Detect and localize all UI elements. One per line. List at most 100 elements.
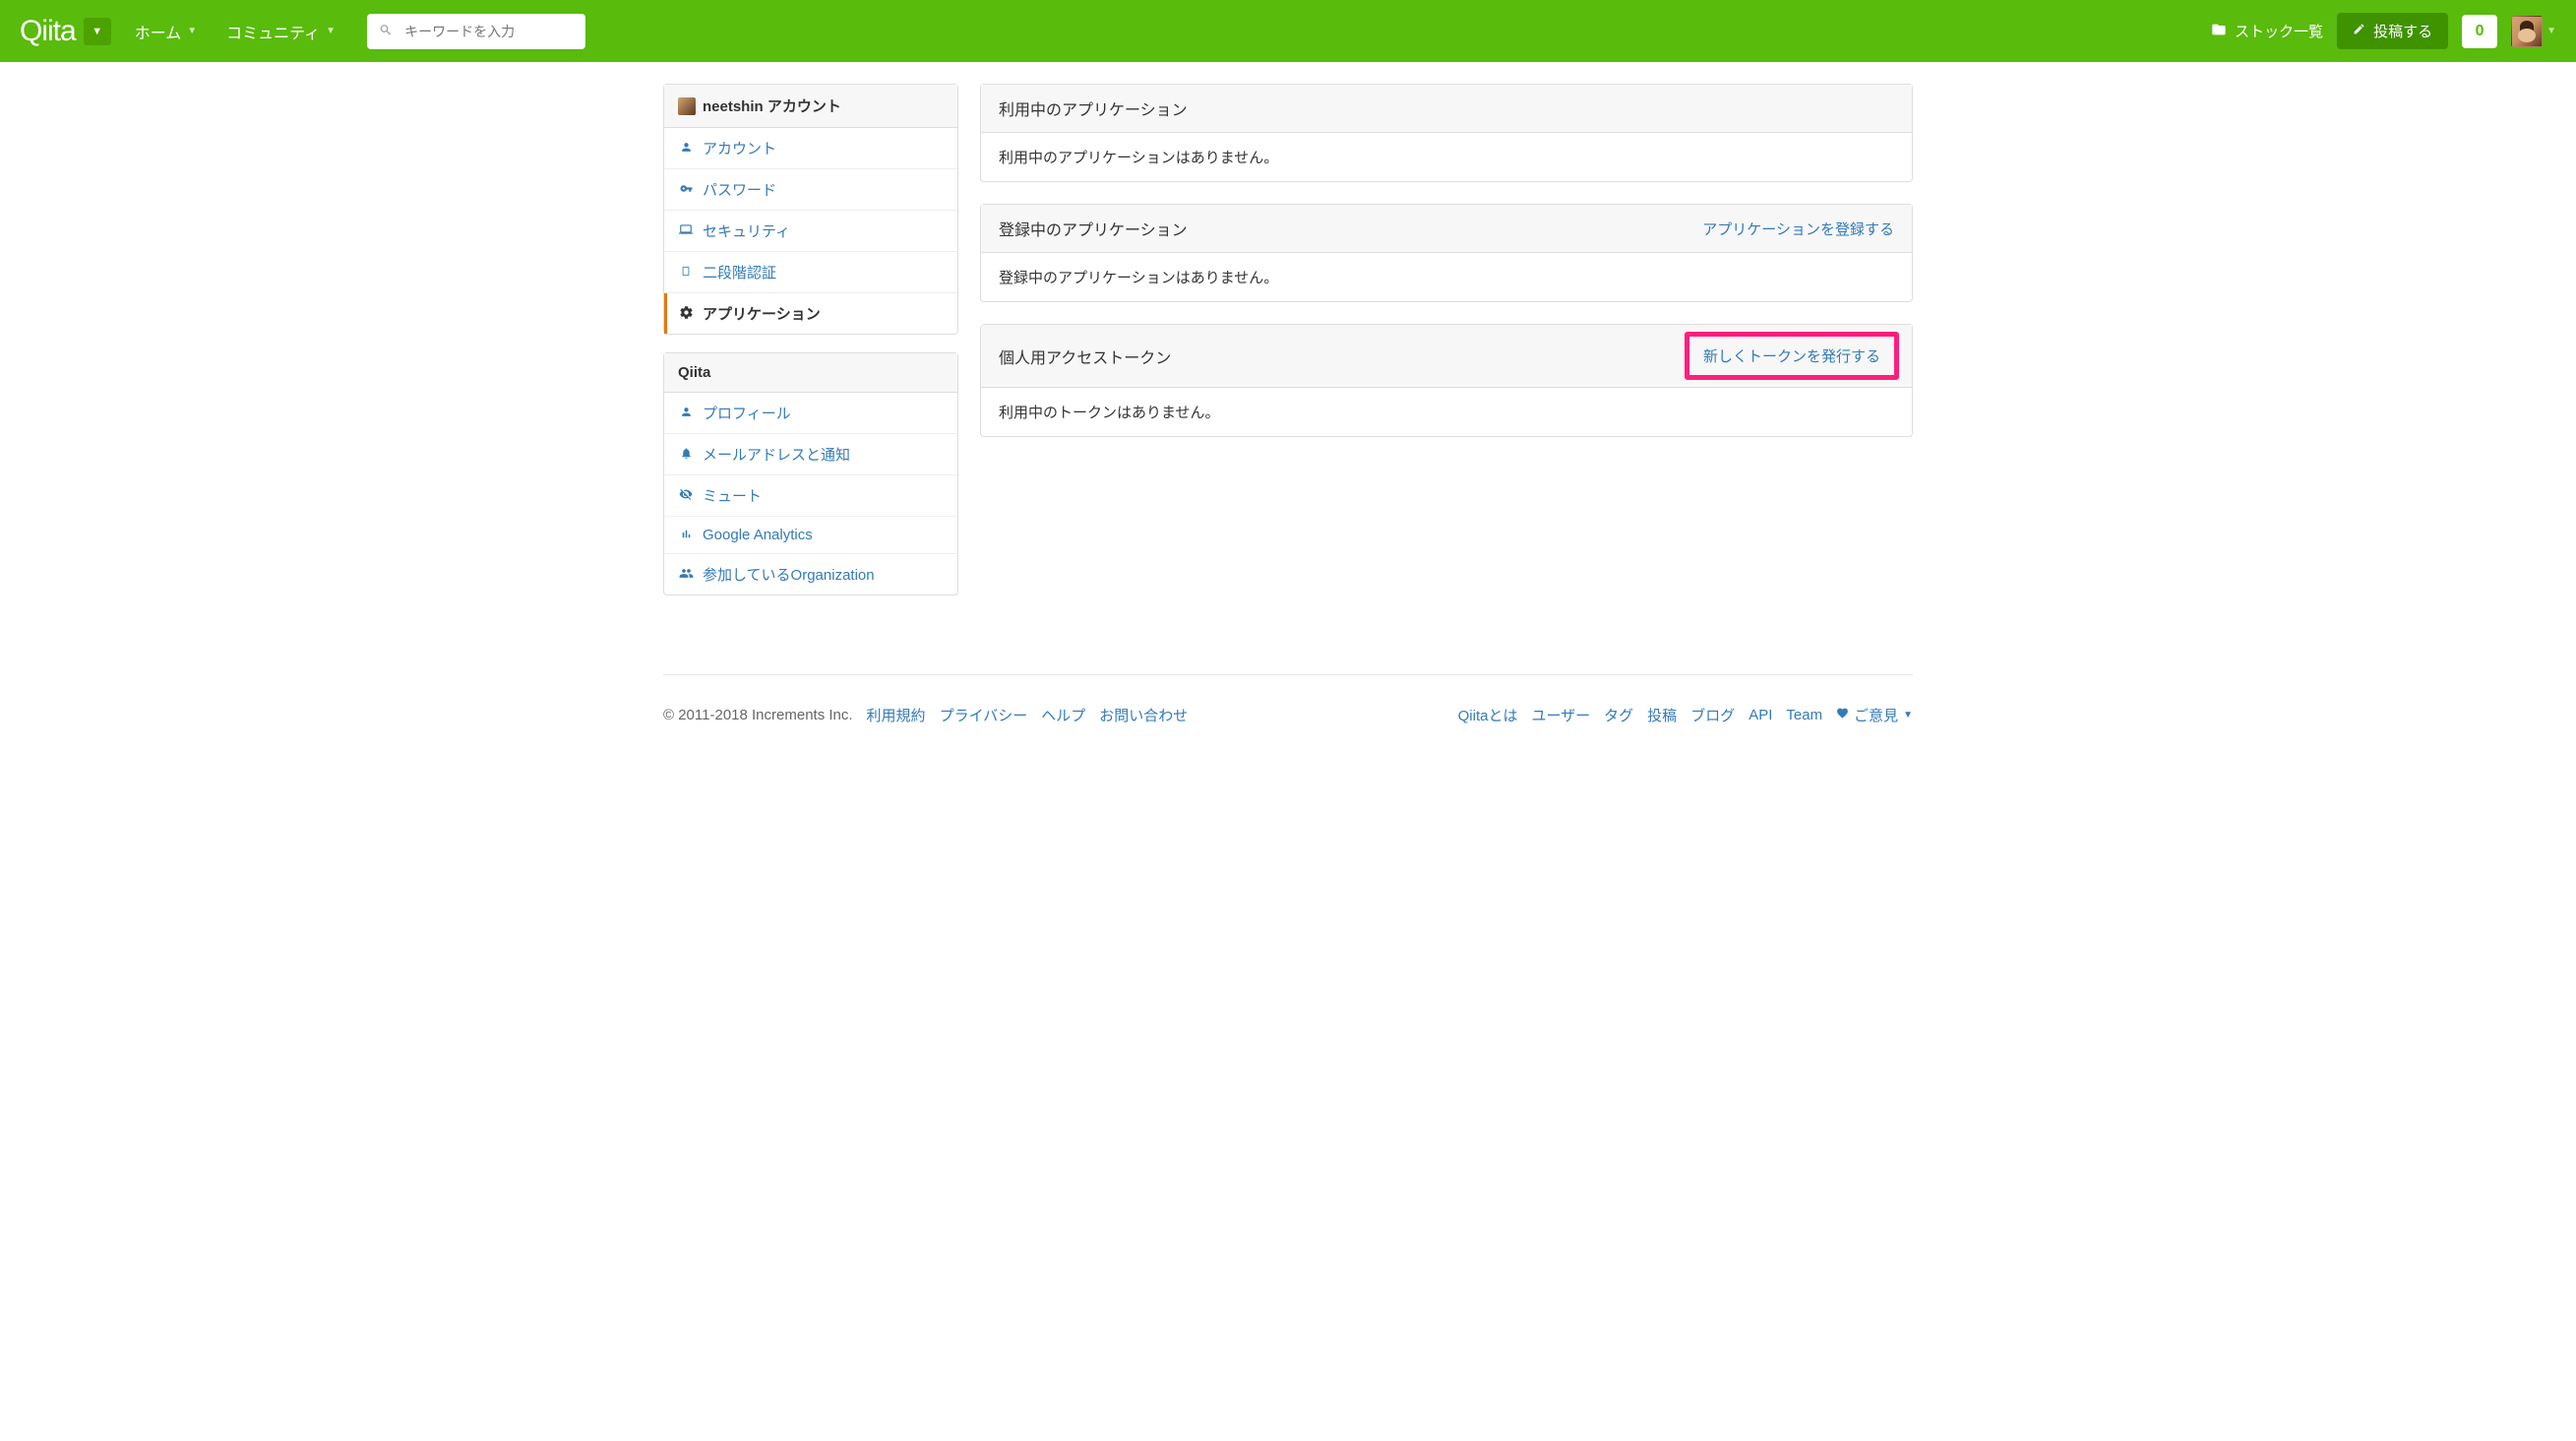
post-button[interactable]: 投稿する [2337, 13, 2448, 49]
pencil-icon [2353, 23, 2365, 39]
nav-menu: ホーム ▼ コミュニティ ▼ [135, 20, 336, 43]
user-icon [678, 406, 694, 421]
sidebar-item-label: 二段階認証 [703, 262, 776, 282]
mobile-icon [678, 265, 694, 281]
user-menu[interactable]: ▼ [2511, 16, 2556, 47]
caret-down-icon: ▼ [187, 26, 197, 36]
footer-content: © 2011-2018 Increments Inc. 利用規約 プライバシー … [663, 675, 1913, 755]
footer-link-privacy[interactable]: プライバシー [940, 705, 1028, 725]
footer-link-contact[interactable]: お問い合わせ [1099, 705, 1188, 725]
caret-down-icon: ▼ [1903, 710, 1913, 720]
sidebar-item-security[interactable]: セキュリティ [664, 211, 957, 252]
qiita-panel-title: Qiita [678, 364, 710, 381]
sidebar-item-analytics[interactable]: Google Analytics [664, 517, 957, 554]
nav-community[interactable]: コミュニティ ▼ [226, 20, 336, 43]
sidebar-item-profile[interactable]: プロフィール [664, 393, 957, 434]
sidebar-item-label: Google Analytics [703, 527, 813, 543]
sidebar-item-label: アプリケーション [703, 303, 821, 324]
card-access-tokens: 個人用アクセストークン 新しくトークンを発行する 利用中のトークンはありません。 [980, 324, 1913, 437]
sidebar-item-label: プロフィール [703, 403, 791, 423]
highlight-box: 新しくトークンを発行する [1685, 332, 1899, 380]
laptop-icon [678, 222, 694, 239]
sidebar-item-2fa[interactable]: 二段階認証 [664, 252, 957, 293]
footer-right: Qiitaとは ユーザー タグ 投稿 ブログ API Team ご意見 ▼ [1458, 705, 1913, 725]
main: 利用中のアプリケーション 利用中のアプリケーションはありません。 登録中のアプリ… [980, 84, 1913, 613]
card-header: 登録中のアプリケーション アプリケーションを登録する [981, 205, 1912, 253]
qiita-panel: Qiita プロフィール メールアドレスと通知 ミュート [663, 352, 958, 595]
users-icon [678, 566, 694, 584]
caret-down-icon: ▼ [326, 26, 336, 36]
post-button-label: 投稿する [2373, 21, 2432, 41]
footer: © 2011-2018 Increments Inc. 利用規約 プライバシー … [663, 674, 1913, 755]
footer-link-terms[interactable]: 利用規約 [867, 705, 926, 725]
footer-link-posts[interactable]: 投稿 [1647, 705, 1677, 725]
footer-link-users[interactable]: ユーザー [1531, 705, 1590, 725]
footer-link-tags[interactable]: タグ [1604, 705, 1633, 725]
sidebar-item-applications[interactable]: アプリケーション [664, 293, 957, 334]
user-icon [678, 141, 694, 157]
avatar-small [678, 97, 696, 115]
search-input[interactable] [367, 14, 585, 49]
card-header: 個人用アクセストークン 新しくトークンを発行する [981, 325, 1912, 388]
bell-icon [678, 447, 694, 463]
nav-community-label: コミュニティ [226, 20, 320, 43]
container: neetshin アカウント アカウント パスワード セキュリティ [663, 62, 1913, 635]
sidebar-item-label: アカウント [703, 138, 776, 158]
footer-link-blog[interactable]: ブログ [1690, 705, 1735, 725]
account-panel: neetshin アカウント アカウント パスワード セキュリティ [663, 84, 958, 335]
sidebar-item-organization[interactable]: 参加しているOrganization [664, 554, 957, 595]
feedback-label: ご意見 [1854, 705, 1898, 725]
nav-home-label: ホーム [135, 20, 182, 43]
sidebar-item-password[interactable]: パスワード [664, 169, 957, 211]
caret-down-icon: ▼ [2546, 26, 2556, 36]
card-body: 登録中のアプリケーションはありません。 [981, 253, 1912, 301]
footer-link-feedback[interactable]: ご意見 ▼ [1836, 705, 1913, 725]
new-token-link[interactable]: 新しくトークンを発行する [1703, 348, 1880, 365]
footer-link-api[interactable]: API [1748, 707, 1772, 723]
card-title: 利用中のアプリケーション [999, 96, 1188, 120]
header-right: ストック一覧 投稿する 0 ▼ [2211, 13, 2556, 49]
sidebar-item-account[interactable]: アカウント [664, 128, 957, 169]
gears-icon [678, 305, 694, 323]
sidebar-item-label: パスワード [703, 179, 776, 200]
stock-link[interactable]: ストック一覧 [2211, 21, 2323, 41]
footer-link-help[interactable]: ヘルプ [1041, 705, 1085, 725]
sidebar-item-mute[interactable]: ミュート [664, 475, 957, 517]
nav-home[interactable]: ホーム ▼ [135, 20, 197, 43]
account-panel-header: neetshin アカウント [664, 85, 957, 128]
notification-badge[interactable]: 0 [2462, 15, 2497, 48]
search-box [367, 14, 585, 49]
sidebar-item-label: セキュリティ [703, 220, 790, 241]
card-title: 個人用アクセストークン [999, 345, 1171, 368]
header: Qiita ▼ ホーム ▼ コミュニティ ▼ ストック一覧 投稿する [0, 0, 2576, 62]
sidebar-item-label: ミュート [703, 485, 762, 506]
qiita-panel-header: Qiita [664, 353, 957, 393]
avatar [2511, 16, 2543, 47]
heart-icon [1836, 707, 1849, 723]
footer-left: © 2011-2018 Increments Inc. 利用規約 プライバシー … [663, 705, 1188, 725]
search-icon [379, 23, 393, 39]
register-app-link[interactable]: アプリケーションを登録する [1702, 219, 1894, 239]
sidebar-item-label: メールアドレスと通知 [703, 444, 850, 465]
card-header: 利用中のアプリケーション [981, 85, 1912, 133]
copyright: © 2011-2018 Increments Inc. [663, 707, 853, 723]
header-dropdown-button[interactable]: ▼ [84, 18, 111, 45]
footer-link-about[interactable]: Qiitaとは [1458, 705, 1518, 725]
card-registered-apps: 登録中のアプリケーション アプリケーションを登録する 登録中のアプリケーションは… [980, 204, 1913, 302]
card-body: 利用中のアプリケーションはありません。 [981, 133, 1912, 181]
folder-icon [2211, 22, 2227, 41]
sidebar-item-label: 参加しているOrganization [703, 564, 875, 585]
logo[interactable]: Qiita [20, 15, 76, 48]
sidebar: neetshin アカウント アカウント パスワード セキュリティ [663, 84, 958, 613]
account-panel-title: neetshin アカウント [703, 95, 841, 116]
card-body: 利用中のトークンはありません。 [981, 388, 1912, 436]
key-icon [678, 182, 694, 198]
sidebar-item-email[interactable]: メールアドレスと通知 [664, 434, 957, 475]
chart-icon [678, 528, 694, 543]
card-title: 登録中のアプリケーション [999, 217, 1188, 240]
stock-link-label: ストック一覧 [2235, 21, 2323, 41]
footer-link-team[interactable]: Team [1786, 707, 1822, 723]
eye-slash-icon [678, 487, 694, 504]
card-apps-in-use: 利用中のアプリケーション 利用中のアプリケーションはありません。 [980, 84, 1913, 182]
caret-down-icon: ▼ [92, 26, 102, 37]
